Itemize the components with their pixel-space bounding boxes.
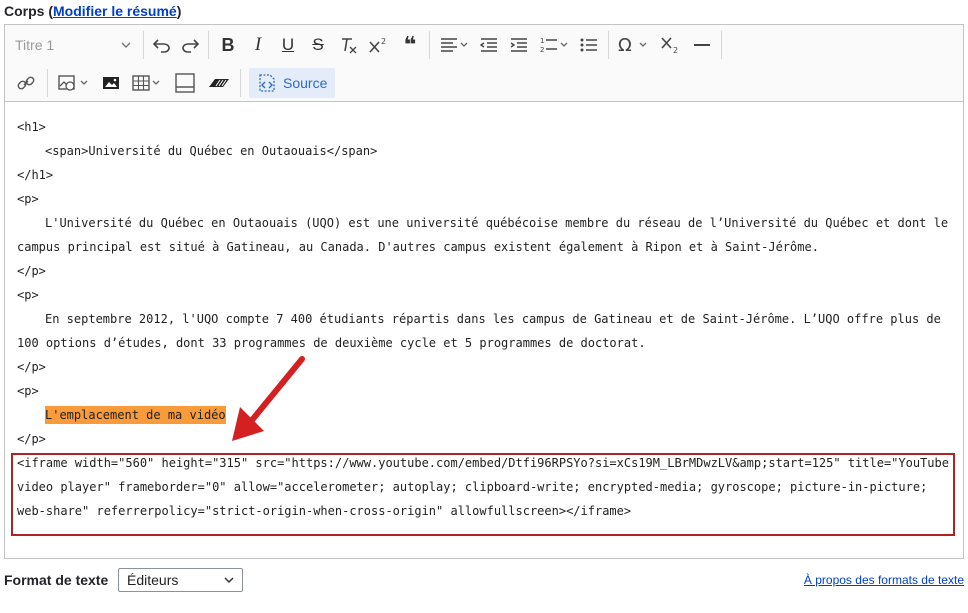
iframe-line: <iframe width="560" height="315" src="ht… — [17, 456, 949, 470]
chevron-down-icon — [121, 42, 131, 48]
body-label-text: Corps — [4, 3, 45, 19]
superscript-icon[interactable]: 2 — [363, 30, 395, 60]
undo-icon[interactable] — [148, 30, 176, 60]
table-icon[interactable] — [126, 68, 168, 98]
source-line: </p> — [17, 432, 46, 446]
source-line: </p> — [17, 360, 46, 374]
source-line: </p> — [17, 264, 46, 278]
svg-text:2: 2 — [381, 37, 386, 46]
outdent-icon[interactable] — [474, 30, 504, 60]
body-field-label: Corps (Modifier le résumé) — [4, 3, 181, 19]
indent-icon[interactable] — [504, 30, 534, 60]
svg-text:1: 1 — [540, 37, 544, 45]
source-line: campus principal est situé à Gatineau, a… — [17, 240, 819, 254]
bold-icon[interactable]: B — [213, 30, 243, 60]
image-icon[interactable] — [52, 68, 96, 98]
rich-text-editor: Titre 1 B I U S 2 ❝ 1 2 Ω 2 Source <h1> … — [4, 24, 964, 559]
source-line: <p> — [17, 288, 39, 302]
underline-icon[interactable]: U — [273, 30, 303, 60]
blockquote-icon[interactable]: ❝ — [395, 30, 425, 60]
text-format-select[interactable]: Éditeurs — [118, 568, 243, 592]
iframe-line: video player" frameborder="0" allow="acc… — [17, 480, 928, 494]
toolbar-separator — [429, 31, 430, 59]
align-icon[interactable] — [434, 30, 474, 60]
bulleted-list-icon[interactable] — [574, 30, 604, 60]
source-line: 100 options d’études, dont 33 programmes… — [17, 336, 646, 350]
source-editing-area[interactable]: <h1> <span>Université du Québec en Outao… — [5, 103, 963, 558]
media-icon[interactable] — [96, 68, 126, 98]
source-line: <p> — [17, 384, 39, 398]
edit-summary-link[interactable]: Modifier le résumé — [53, 3, 177, 19]
text-format-label: Format de texte — [4, 572, 109, 588]
svg-text:2: 2 — [673, 46, 678, 55]
numbered-list-icon[interactable]: 12 — [534, 30, 574, 60]
toolbar-separator — [721, 31, 722, 59]
heading-value: Titre 1 — [15, 37, 55, 53]
toolbar-separator — [208, 31, 209, 59]
toolbar-row-2: Source — [5, 65, 336, 101]
link-icon[interactable] — [9, 68, 43, 98]
toolbar-separator — [143, 31, 144, 59]
about-text-formats-link[interactable]: À propos des formats de texte — [804, 573, 964, 587]
redo-icon[interactable] — [176, 30, 204, 60]
source-line: <p> — [17, 192, 39, 206]
source-line: <h1> — [17, 120, 46, 134]
iframe-line: web-share" referrerpolicy="strict-origin… — [17, 504, 632, 518]
code-block-icon[interactable] — [202, 68, 236, 98]
text-format-value: Éditeurs — [127, 572, 179, 588]
insert-block-icon[interactable] — [168, 68, 202, 98]
horizontal-line-icon[interactable] — [687, 30, 717, 60]
heading-dropdown[interactable]: Titre 1 — [5, 30, 139, 60]
source-line: <span>Université du Québec en Outaouais<… — [45, 144, 378, 158]
toolbar-separator — [608, 31, 609, 59]
strikethrough-icon[interactable]: S — [303, 30, 333, 60]
toolbar-separator — [47, 69, 48, 97]
svg-text:2: 2 — [540, 46, 544, 54]
source-line: L'Université du Québec en Outaouais (UQO… — [45, 216, 949, 230]
toolbar-row-1: Titre 1 B I U S 2 ❝ 1 2 Ω 2 — [5, 27, 726, 63]
paren-close: ) — [176, 3, 182, 19]
italic-icon[interactable]: I — [243, 30, 273, 60]
source-button[interactable]: Source — [249, 68, 336, 98]
remove-format-icon[interactable] — [333, 30, 363, 60]
svg-text:Ω: Ω — [618, 35, 632, 55]
source-icon — [259, 74, 275, 92]
subscript-icon[interactable]: 2 — [655, 30, 687, 60]
chevron-down-icon — [224, 577, 234, 584]
special-characters-icon[interactable]: Ω — [613, 30, 655, 60]
source-line: En septembre 2012, l'UQO compte 7 400 ét… — [45, 312, 941, 326]
source-label: Source — [283, 75, 328, 91]
source-line: </h1> — [17, 168, 54, 182]
editor-toolbar: Titre 1 B I U S 2 ❝ 1 2 Ω 2 Source — [5, 25, 963, 102]
video-placeholder-highlight: L'emplacement de ma vidéo — [45, 406, 226, 424]
toolbar-separator — [240, 69, 241, 97]
